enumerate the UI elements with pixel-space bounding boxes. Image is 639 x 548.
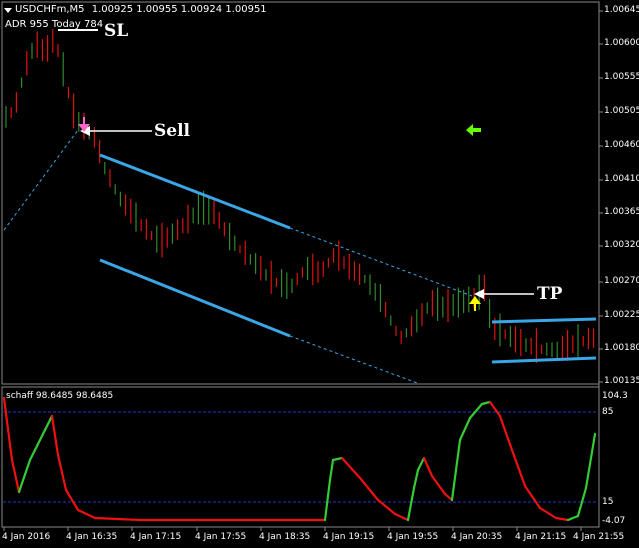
time-label: 4 Jan 17:15 [130, 532, 182, 542]
price-label: 1.00600 [604, 38, 639, 48]
adr-label: ADR 955 Today 784 [5, 19, 104, 30]
channel-lower-ext [289, 335, 421, 385]
schaff-segment [584, 432, 597, 490]
time-label: 4 Jan 2016 [2, 532, 51, 542]
schaff-segment [331, 456, 344, 462]
osc-level-label: 15 [602, 497, 614, 507]
schaff-segment [498, 414, 514, 452]
schaff-segment [480, 400, 492, 406]
schaff-segment [412, 468, 420, 490]
schaff-segment [443, 492, 454, 502]
price-label: 1.00135 [604, 376, 639, 386]
schaff-segment [406, 486, 416, 522]
time-label: 4 Jan 20:35 [451, 532, 503, 542]
price-label: 1.00505 [604, 106, 639, 116]
sell-label: Sell [154, 121, 191, 141]
schaff-segment [28, 428, 47, 462]
schaff-segment [468, 402, 484, 420]
schaff-segment [2, 396, 14, 462]
symbol-text: USDCHFm,M5 [15, 4, 85, 15]
price-label: 1.00365 [604, 207, 639, 217]
price-label: 1.00645 [604, 5, 639, 15]
schaff-segment [328, 458, 335, 482]
schaff-segment [566, 514, 580, 522]
price-label: 1.00410 [604, 174, 639, 184]
schaff-segment [93, 516, 142, 522]
candles [5, 29, 595, 363]
schaff-segment [554, 516, 570, 522]
symbol-label: USDCHFm,M5 1.00925 1.00955 1.00924 1.009… [15, 4, 267, 15]
osc-level-label: 85 [602, 407, 614, 417]
schaff-segment [510, 448, 527, 488]
time-label: 4 Jan 17:55 [195, 532, 247, 542]
trend-dashed [3, 129, 79, 231]
schaff-segment [488, 400, 502, 418]
price-label: 1.00320 [604, 240, 639, 250]
time-label: 4 Jan 19:55 [387, 532, 439, 542]
schaff-segment [430, 474, 447, 496]
schaff-segment [538, 506, 558, 520]
channel2-upper [491, 317, 597, 324]
time-label: 4 Jan 16:35 [66, 532, 118, 542]
schaff-segment [56, 453, 68, 492]
osc-level-label: -4.07 [602, 516, 626, 526]
ohlc-text: 1.00925 1.00955 1.00924 1.00951 [91, 4, 267, 15]
schaff-segment [416, 456, 426, 472]
price-label: 1.00460 [604, 140, 639, 150]
channel-lower [99, 258, 291, 338]
schaff-segment [64, 488, 80, 512]
schaff-segment [323, 478, 332, 522]
schaff-segment [358, 476, 380, 502]
time-label: 4 Jan 21:15 [515, 532, 567, 542]
indicator-title: schaff 98.6485 98.6485 [6, 391, 114, 401]
schaff-segment [340, 456, 362, 480]
price-label: 1.00225 [604, 310, 639, 320]
channel2-lower [491, 356, 597, 364]
chart-area [1, 1, 603, 531]
price-label: 1.00555 [604, 72, 639, 82]
tp-label: TP [537, 284, 563, 304]
schaff-segment [393, 512, 410, 522]
regression-channel [3, 129, 597, 385]
schaff-segment [523, 484, 542, 510]
main-chart-border [1, 1, 600, 385]
schaff-segment [376, 498, 397, 516]
time-label: 4 Jan 18:35 [259, 532, 311, 542]
schaff-segment [422, 456, 434, 478]
sl-label: SL [104, 21, 129, 41]
schaff-segment [10, 458, 21, 494]
channel-upper [99, 153, 291, 230]
osc-level-label: 104.3 [602, 391, 628, 401]
price-label: 1.00270 [604, 276, 639, 286]
menu-triangle-icon[interactable] [4, 8, 12, 13]
time-label: 4 Jan 21:55 [573, 532, 625, 542]
schaff-segment [450, 438, 462, 502]
time-label: 4 Jan 19:15 [323, 532, 375, 542]
schaff-segment [43, 414, 54, 432]
schaff-segment [76, 508, 97, 520]
schaff-segment [17, 458, 32, 494]
schaff-segment [458, 416, 472, 442]
price-label: 1.00180 [604, 343, 639, 353]
indicator-border [1, 386, 600, 528]
schaff-segment [50, 414, 60, 457]
signal-left-arrow-icon [466, 124, 481, 136]
